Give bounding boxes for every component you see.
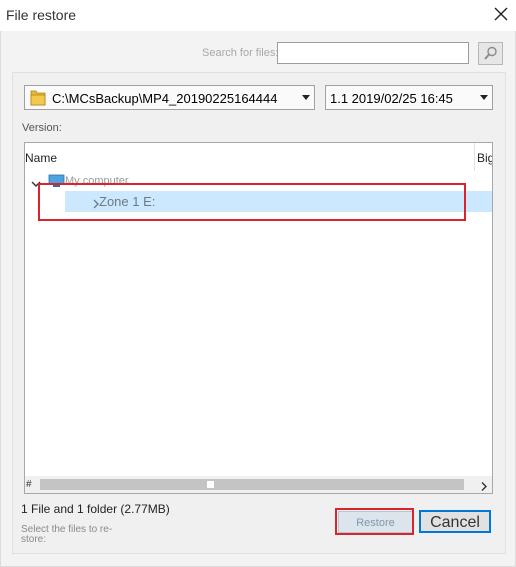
title-bar: File restore [0, 0, 516, 31]
search-button[interactable] [478, 42, 503, 65]
version-select[interactable]: 1.1 2019/02/25 16:45 [325, 85, 493, 110]
search-icon [484, 46, 498, 61]
file-tree[interactable]: Name Big My computer Zone 1 E: # [24, 142, 493, 494]
version-value: 1.1 2019/02/25 16:45 [330, 91, 453, 106]
restore-button[interactable]: Restore [338, 511, 413, 533]
chevron-down-icon [480, 95, 488, 100]
scrollbar-hash-label: # [26, 479, 32, 490]
selection-summary: 1 File and 1 folder (2.77MB) [21, 502, 170, 516]
chevron-down-icon[interactable] [31, 176, 41, 187]
scrollbar-grip [207, 481, 214, 488]
column-divider[interactable] [474, 143, 475, 171]
chevron-down-icon [302, 95, 310, 100]
tree-root-label: My computer [65, 175, 129, 187]
tree-root-my-computer[interactable]: My computer [25, 173, 492, 191]
cancel-button[interactable]: Cancel [419, 510, 491, 533]
chevron-right-icon[interactable] [479, 479, 489, 491]
computer-icon [48, 174, 65, 188]
selection-hint: Select the files to re-store: [21, 524, 113, 545]
close-icon[interactable] [492, 5, 510, 23]
version-label: Version: [22, 122, 62, 134]
column-header-big[interactable]: Big [477, 151, 492, 165]
tree-item-zone-1[interactable]: Zone 1 E: [65, 191, 492, 212]
tree-item-label: Zone 1 E: [99, 194, 156, 209]
window-title: File restore [6, 7, 77, 23]
scrollbar-thumb[interactable] [40, 479, 464, 490]
search-label: Search for files: [202, 47, 279, 59]
backup-path-value: C:\MCsBackup\MP4_20190225164444 [52, 91, 278, 106]
backup-path-select[interactable]: C:\MCsBackup\MP4_20190225164444 [24, 85, 315, 110]
search-input[interactable] [277, 42, 469, 64]
column-header-name[interactable]: Name [25, 151, 57, 165]
horizontal-scrollbar[interactable]: # [25, 476, 492, 493]
folder-icon [30, 89, 46, 107]
